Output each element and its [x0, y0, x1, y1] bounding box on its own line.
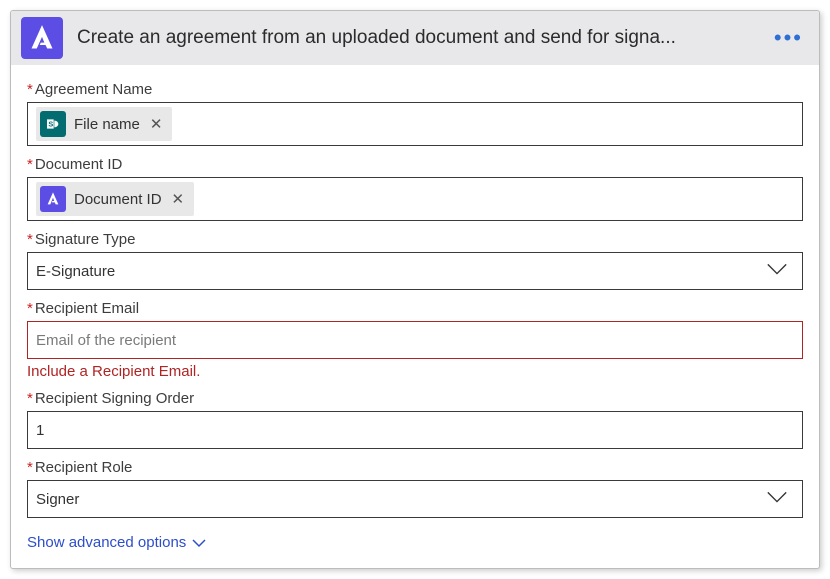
action-card: Create an agreement from an uploaded doc…	[10, 10, 820, 569]
token-label: Document ID	[74, 191, 162, 208]
svg-text:S: S	[48, 120, 53, 129]
advanced-label: Show advanced options	[27, 534, 186, 551]
adobe-sign-icon	[40, 186, 66, 212]
chevron-down-icon	[766, 262, 788, 280]
input-signing-order[interactable]: 1	[27, 411, 803, 449]
input-recipient-email[interactable]: Email of the recipient	[27, 321, 803, 359]
input-document-id[interactable]: Document ID ✕	[27, 177, 803, 221]
token-label: File name	[74, 116, 140, 133]
show-advanced-link[interactable]: Show advanced options	[27, 534, 206, 551]
field-signature-type: *Signature Type E-Signature	[27, 231, 803, 290]
input-agreement-name[interactable]: S File name ✕	[27, 102, 803, 146]
input-value: 1	[36, 422, 44, 439]
card-header: Create an agreement from an uploaded doc…	[11, 11, 819, 65]
token-file-name[interactable]: S File name ✕	[36, 107, 172, 141]
more-options-button[interactable]: •••	[768, 27, 809, 49]
label-signature-type: *Signature Type	[27, 231, 803, 248]
sharepoint-icon: S	[40, 111, 66, 137]
token-remove-icon[interactable]: ✕	[148, 115, 165, 133]
error-recipient-email: Include a Recipient Email.	[27, 363, 803, 380]
label-agreement-name: *Agreement Name	[27, 81, 803, 98]
select-signature-type[interactable]: E-Signature	[27, 252, 803, 290]
card-body: *Agreement Name S File name ✕ *Document …	[11, 65, 819, 568]
input-placeholder: Email of the recipient	[36, 332, 176, 349]
field-recipient-role: *Recipient Role Signer	[27, 459, 803, 518]
field-document-id: *Document ID Document ID ✕	[27, 156, 803, 221]
label-recipient-email: *Recipient Email	[27, 300, 803, 317]
field-agreement-name: *Agreement Name S File name ✕	[27, 81, 803, 146]
token-document-id[interactable]: Document ID ✕	[36, 182, 194, 216]
field-recipient-email: *Recipient Email Email of the recipient …	[27, 300, 803, 380]
label-signing-order: *Recipient Signing Order	[27, 390, 803, 407]
card-title: Create an agreement from an uploaded doc…	[77, 27, 754, 49]
token-remove-icon[interactable]: ✕	[170, 190, 187, 208]
select-recipient-role[interactable]: Signer	[27, 480, 803, 518]
field-signing-order: *Recipient Signing Order 1	[27, 390, 803, 449]
chevron-down-icon	[766, 490, 788, 508]
label-document-id: *Document ID	[27, 156, 803, 173]
adobe-sign-icon	[21, 17, 63, 59]
select-value: Signer	[36, 491, 79, 508]
chevron-down-icon	[192, 538, 206, 548]
label-recipient-role: *Recipient Role	[27, 459, 803, 476]
select-value: E-Signature	[36, 263, 115, 280]
